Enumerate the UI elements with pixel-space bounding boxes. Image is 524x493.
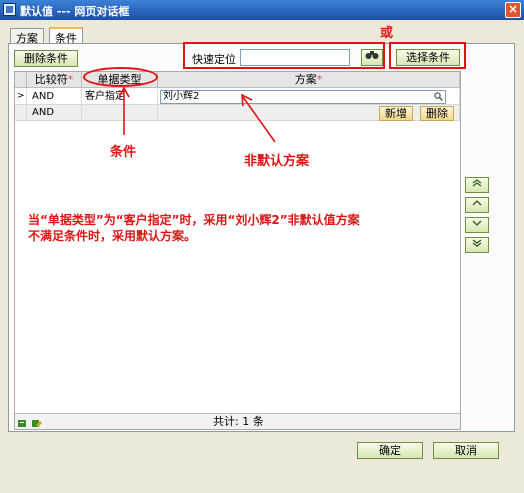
- non-default-annotation: 非默认方案: [244, 154, 310, 169]
- explanation-line-1: 当“单据类型”为“客户指定”时，采用“刘小辉2”非默认值方案: [28, 213, 360, 227]
- explanation-line-2: 不满足条件时，采用默认方案。: [28, 229, 197, 243]
- condition-annotation: 条件: [110, 145, 137, 160]
- annotation-arrows: [118, 86, 276, 143]
